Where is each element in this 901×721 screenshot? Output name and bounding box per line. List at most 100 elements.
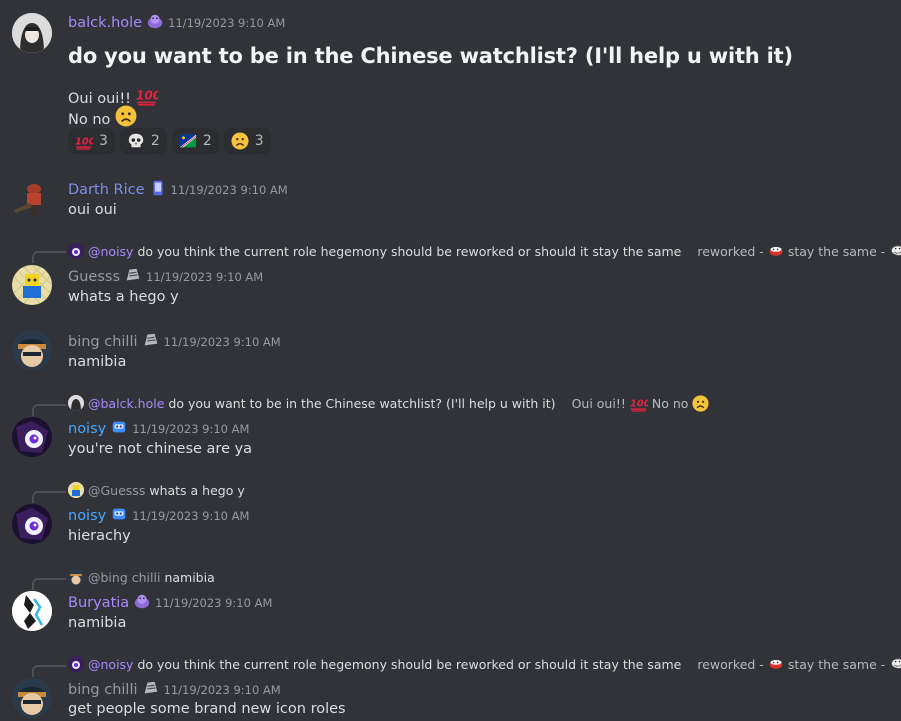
timestamp[interactable]: 11/19/2023 9:10 AM	[164, 335, 281, 349]
avatar-guesss[interactable]	[12, 265, 52, 305]
reply-extra: reworked -	[697, 243, 764, 259]
reaction-skull[interactable]: 2	[119, 128, 167, 154]
troll-face-icon	[889, 656, 901, 672]
avatar-bing-chilli[interactable]	[12, 330, 52, 370]
message-header: noisy 11/19/2023 9:10 AM	[68, 418, 249, 437]
reply-author[interactable]: @balck.hole	[88, 396, 164, 411]
reply-text: do you think the current role hegemony s…	[137, 243, 682, 259]
reaction-count: 2	[150, 133, 160, 149]
message-header: balck.hole 11/19/2023 9:10 AM	[68, 12, 285, 31]
timestamp[interactable]: 11/19/2023 9:10 AM	[146, 270, 263, 284]
reply-spine	[32, 251, 66, 263]
message-text: hierachy	[68, 528, 131, 544]
message-text: namibia	[68, 615, 127, 631]
reply-author[interactable]: @noisy	[88, 657, 133, 672]
author-name[interactable]: Darth Rice	[68, 182, 145, 198]
reply-text: do you think the current role hegemony s…	[137, 656, 682, 672]
reply-author[interactable]: @Guesss	[88, 483, 145, 498]
robot-role-icon[interactable]	[110, 418, 128, 436]
timestamp[interactable]: 11/19/2023 9:10 AM	[132, 422, 249, 436]
guesss-mini-avatar-icon	[68, 482, 84, 498]
reply-author[interactable]: @noisy	[88, 244, 133, 259]
reply-preview[interactable]: @noisy do you think the current role heg…	[68, 242, 901, 260]
noisy-avatar-icon	[12, 504, 52, 544]
avatar-balck-hole[interactable]	[12, 13, 52, 53]
anime-avatar-icon	[12, 13, 52, 53]
reply-text: whats a hego y	[149, 482, 245, 498]
author-name[interactable]: noisy	[68, 421, 106, 437]
message-text: namibia	[68, 354, 127, 370]
avatar-buryatia[interactable]	[12, 591, 52, 631]
namibia-flag-icon	[179, 132, 197, 150]
bing-chilli-mini-avatar-icon	[68, 569, 84, 585]
reply-extra: stay the same -	[787, 243, 886, 259]
role-blob-icon[interactable]	[146, 12, 164, 30]
author-name[interactable]: balck.hole	[68, 15, 142, 31]
avatar-noisy[interactable]	[12, 504, 52, 544]
robot-role-icon[interactable]	[110, 505, 128, 523]
author-name[interactable]: Buryatia	[68, 595, 129, 611]
message-heading: do you want to be in the Chinese watchli…	[68, 44, 793, 68]
reply-preview[interactable]: @bing chilli namibia	[68, 568, 215, 586]
balck-hole-mini-avatar-icon	[68, 395, 84, 411]
message-header: Guesss 11/19/2023 9:10 AM	[68, 266, 263, 285]
avatar-noisy[interactable]	[12, 417, 52, 457]
reply-extra: No no	[651, 395, 689, 411]
reply-extra: Oui oui!!	[571, 395, 626, 411]
avatar-darth-rice[interactable]	[12, 177, 52, 217]
hundred-points-icon	[136, 84, 158, 106]
reply-author[interactable]: @bing chilli	[88, 570, 160, 585]
message-header: Buryatia 11/19/2023 9:10 AM	[68, 592, 272, 611]
reaction-confused-face[interactable]: 3	[223, 128, 271, 154]
hundred-points-icon	[630, 394, 648, 412]
message-line: Oui oui!!	[68, 84, 158, 107]
stone-role-icon[interactable]	[142, 679, 160, 697]
reaction-hundred-points[interactable]: 3	[68, 128, 115, 154]
reply-text: do you want to be in the Chinese watchli…	[168, 395, 556, 411]
timestamp[interactable]: 11/19/2023 9:10 AM	[164, 683, 281, 697]
timestamp[interactable]: 11/19/2023 9:10 AM	[171, 183, 288, 197]
message-text: whats a hego y	[68, 289, 179, 305]
reactions-bar: 3 2 2 3	[68, 128, 271, 154]
noisy-mini-avatar-icon	[68, 243, 84, 259]
buryatia-avatar-icon	[12, 591, 52, 631]
reply-preview[interactable]: @balck.hole do you want to be in the Chi…	[68, 394, 709, 412]
timestamp[interactable]: 11/19/2023 9:10 AM	[132, 509, 249, 523]
confused-face-icon	[231, 132, 249, 150]
timestamp[interactable]: 11/19/2023 9:10 AM	[155, 596, 272, 610]
hundred-points-icon	[75, 132, 93, 150]
reply-preview[interactable]: @noisy do you think the current role heg…	[68, 655, 901, 673]
avatar-bing-chilli[interactable]	[12, 678, 52, 718]
role-blob-icon[interactable]	[133, 592, 151, 610]
blocky-avatar-icon	[12, 265, 52, 305]
message-text: you're not chinese are ya	[68, 441, 253, 457]
bing-chilli-avatar-icon	[12, 330, 52, 370]
author-name[interactable]: noisy	[68, 508, 106, 524]
reaction-count: 3	[99, 133, 108, 149]
message-header: Darth Rice 11/19/2023 9:10 AM	[68, 179, 288, 198]
message-header: bing chilli 11/19/2023 9:10 AM	[68, 679, 281, 698]
message-line: No no	[68, 105, 137, 128]
author-name[interactable]: bing chilli	[68, 682, 138, 698]
reaction-namibia-flag[interactable]: 2	[171, 128, 219, 154]
phone-role-icon[interactable]	[149, 179, 167, 197]
bowl-emoji-icon	[768, 243, 784, 259]
author-name[interactable]: bing chilli	[68, 334, 138, 350]
reply-spine	[32, 665, 66, 677]
reply-preview[interactable]: @Guesss whats a hego y	[68, 481, 245, 499]
stone-role-icon[interactable]	[142, 331, 160, 349]
stone-role-icon[interactable]	[124, 266, 142, 284]
confused-face-icon	[692, 395, 709, 412]
timestamp[interactable]: 11/19/2023 9:10 AM	[168, 16, 285, 30]
reply-spine	[32, 578, 66, 590]
soldier-avatar-icon	[12, 177, 52, 217]
author-name[interactable]: Guesss	[68, 269, 120, 285]
message-text: No no	[68, 112, 111, 128]
message-header: noisy 11/19/2023 9:10 AM	[68, 505, 249, 524]
reply-extra: reworked -	[697, 656, 764, 672]
reply-spine	[32, 404, 66, 416]
bowl-emoji-icon	[768, 656, 784, 672]
confused-face-icon	[115, 105, 137, 127]
troll-face-icon	[889, 243, 901, 259]
reply-spine	[32, 491, 66, 503]
